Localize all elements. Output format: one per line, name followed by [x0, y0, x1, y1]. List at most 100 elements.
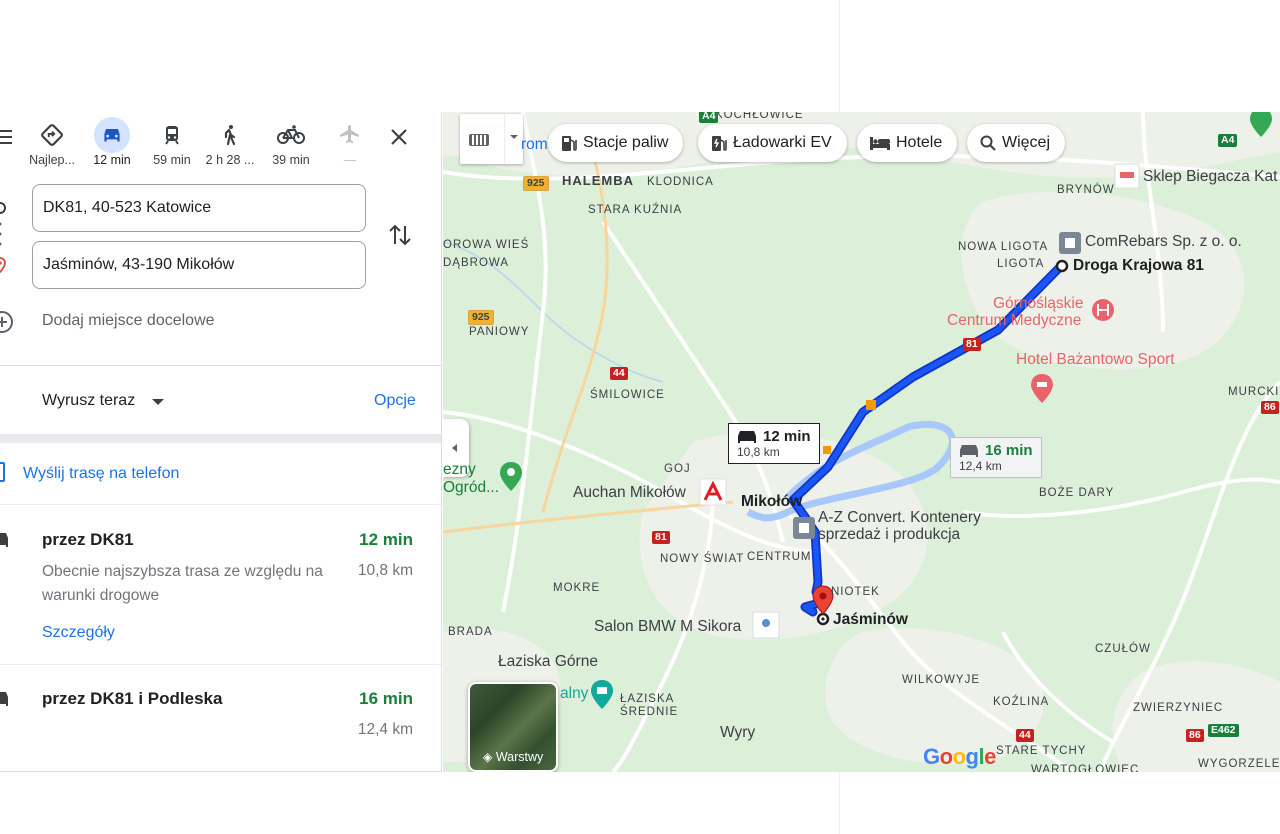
directions-diamond-icon [34, 117, 70, 153]
mode-flight[interactable]: — [320, 112, 380, 172]
layers-button[interactable]: ◈ Warstwy [468, 682, 558, 772]
map-label: Łaziska Górne [498, 653, 598, 670]
chevron-down-icon[interactable] [152, 399, 164, 405]
google-logo: Google [923, 744, 996, 769]
chip-label: Więcej [1002, 134, 1051, 151]
waypoint-dots [0, 222, 2, 246]
chip-hotels[interactable]: Hotele [857, 124, 958, 162]
chip-label: Hotele [896, 134, 943, 151]
mode-walk[interactable]: 2 h 28 ... [200, 112, 260, 172]
route-name: przez DK81 [42, 530, 134, 549]
map-label: STARA KUŹNIA [588, 204, 683, 216]
road-shield: 44 [1016, 729, 1034, 742]
map-label: NOWA LIGOTA [958, 241, 1049, 253]
route-callout-alt[interactable]: 16 min 12,4 km [950, 437, 1042, 478]
map-label: WARTOGŁOWIEC [1031, 764, 1140, 772]
mode-bike-label: 39 min [272, 153, 310, 167]
ev-charger-icon [711, 134, 727, 152]
callout-time: 16 min [985, 442, 1033, 459]
map-label: rom [521, 136, 548, 153]
mode-walk-label: 2 h 28 ... [205, 153, 255, 167]
road-shield: 86 [1186, 729, 1204, 742]
phone-icon [0, 462, 5, 482]
car-icon [0, 692, 8, 706]
add-destination-icon[interactable] [0, 311, 13, 333]
mode-best[interactable]: Najlep... [22, 112, 82, 172]
poi-label[interactable]: sprzedaż i produkcja [818, 526, 960, 544]
map-label: ŚMILOWICE [590, 389, 665, 401]
map-label: ezny [443, 461, 476, 478]
keyboard-icon [469, 134, 489, 146]
road-shield: 86 [1261, 401, 1279, 414]
route-name: przez DK81 i Podleska [42, 689, 223, 708]
chip-ev-chargers[interactable]: Ładowarki EV [698, 124, 847, 162]
poi-label[interactable]: A-Z Convert. Kontenery [818, 509, 981, 527]
close-button[interactable] [384, 122, 414, 152]
depart-time-select[interactable]: Wyrusz teraz [42, 392, 135, 410]
map-label: WYGORZELE [1198, 758, 1280, 770]
route-details-link[interactable]: Szczegóły [42, 624, 115, 642]
poi-label[interactable]: Hotel Bażantowo Sport [1016, 351, 1175, 369]
road-shield: 81 [963, 338, 981, 351]
map-label: Mikołów [741, 493, 803, 510]
road-shield: 44 [610, 367, 628, 380]
poi-label[interactable]: ComRebars Sp. z o. o. [1085, 233, 1242, 251]
bicycle-icon [273, 117, 309, 153]
origin-map-label[interactable]: Droga Krajowa 81 [1073, 257, 1204, 275]
route-option-2[interactable]: przez DK81 i Podleska 16 min 12,4 km [0, 689, 441, 749]
poi-label[interactable]: Sklep Biegacza Kat [1143, 168, 1277, 186]
map-label: MURCKI [1228, 386, 1280, 398]
map-label: HALEMBA [562, 173, 634, 188]
map-label: Ogród... [443, 479, 499, 496]
search-icon [980, 135, 996, 151]
mode-flight-label: — [343, 153, 357, 167]
travel-mode-bar: Najlep... 12 min 59 min 2 h 28 ... 39 mi… [0, 112, 441, 172]
origin-input[interactable] [32, 184, 366, 232]
map-label: CZUŁÓW [1095, 643, 1151, 655]
car-icon [94, 117, 130, 153]
options-button[interactable]: Opcje [374, 392, 416, 410]
map-label: MOKRE [553, 582, 601, 594]
map-label: BRADA [448, 626, 493, 638]
poi-label[interactable]: Auchan Mikołów [573, 484, 686, 502]
map-label: KOŹLINA [993, 696, 1050, 708]
map-label: KLODNICA [647, 176, 714, 188]
page: Najlep... 12 min 59 min 2 h 28 ... 39 mi… [0, 0, 1280, 834]
divider-thick [0, 434, 441, 443]
chip-more[interactable]: Więcej [967, 124, 1066, 162]
map-label: alny [560, 685, 589, 702]
route-time: 12 min [359, 530, 413, 549]
map-label: ŁAZISKA [620, 693, 675, 705]
send-to-phone-link[interactable]: Wyślij trasę na telefon [23, 465, 179, 483]
callout-distance: 10,8 km [737, 445, 780, 459]
divider [0, 365, 441, 366]
map-label: OROWA WIEŚ [443, 239, 530, 251]
chip-label: Ładowarki EV [733, 134, 832, 151]
poi-label[interactable]: Górnośląskie [993, 295, 1083, 313]
car-icon [960, 444, 978, 457]
route-option-1[interactable]: przez DK81 12 min Obecnie najszybsza tra… [0, 530, 441, 660]
destination-map-label[interactable]: Jaśminów [833, 611, 908, 629]
map-label: LIGOTA [997, 258, 1045, 270]
map-label: BRYNÓW [1057, 184, 1115, 196]
map-label: PANIOWY [469, 326, 530, 338]
menu-button[interactable] [0, 126, 20, 150]
mode-transit[interactable]: 59 min [142, 112, 202, 172]
keyboard-input-button[interactable] [460, 114, 523, 164]
road-shield: E462 [1208, 724, 1239, 737]
add-destination-button[interactable]: Dodaj miejsce docelowe [42, 312, 215, 330]
poi-label[interactable]: Centrum Medyczne [947, 312, 1081, 330]
map-canvas[interactable]: Stacje paliw Ładowarki EV Hotele Więcej … [443, 112, 1280, 772]
map-label: CENTRUM [747, 551, 812, 563]
destination-input[interactable] [32, 241, 366, 289]
map-label: ZWIERZYNIEC [1133, 702, 1224, 714]
road-shield: 925 [523, 176, 549, 191]
swap-button[interactable] [386, 220, 414, 250]
route-callout-main[interactable]: 12 min 10,8 km [728, 423, 820, 464]
mode-car[interactable]: 12 min [82, 112, 142, 172]
map-label: ŚREDNIE [620, 706, 679, 718]
chip-gas-stations[interactable]: Stacje paliw [548, 124, 684, 162]
poi-label[interactable]: Salon BMW M Sikora [594, 618, 741, 636]
layers-icon: ◈ [482, 750, 493, 764]
mode-bike[interactable]: 39 min [261, 112, 321, 172]
